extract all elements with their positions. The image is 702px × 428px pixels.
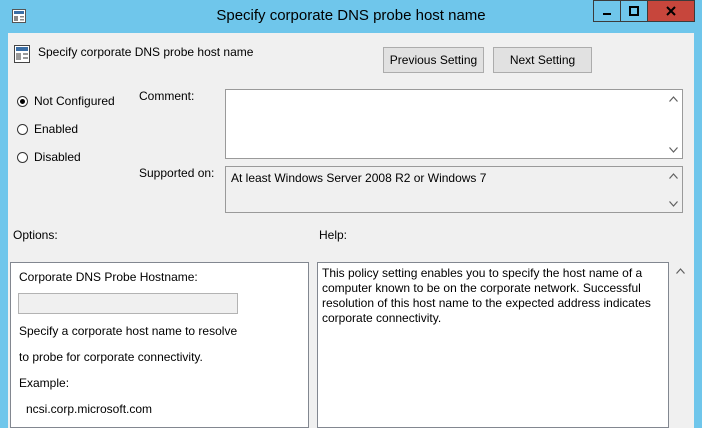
radio-empty-icon <box>17 123 28 135</box>
radio-label: Disabled <box>34 150 81 164</box>
help-text: This policy setting enables you to speci… <box>322 266 651 325</box>
radio-selected-icon <box>17 95 28 107</box>
radio-not-configured[interactable]: Not Configured <box>17 94 115 108</box>
minimize-button[interactable] <box>593 0 620 22</box>
close-button[interactable] <box>647 0 695 22</box>
help-label: Help: <box>319 228 348 242</box>
dialog-window: Specify corporate DNS probe host name Sp… <box>0 0 702 428</box>
policy-setting-icon <box>14 45 30 63</box>
scroll-up-icon[interactable] <box>672 262 689 279</box>
title-bar[interactable]: Specify corporate DNS probe host name <box>0 0 702 33</box>
hostname-input[interactable] <box>18 293 238 314</box>
supported-on-box: At least Windows Server 2008 R2 or Windo… <box>225 166 683 213</box>
radio-enabled[interactable]: Enabled <box>17 122 78 136</box>
minimize-icon <box>603 13 611 15</box>
radio-label: Enabled <box>34 122 79 136</box>
radio-label: Not Configured <box>34 94 115 108</box>
maximize-icon <box>629 6 639 16</box>
scroll-up-icon[interactable] <box>665 90 682 107</box>
description-line-1: Specify a corporate host name to resolve <box>19 324 238 338</box>
comment-label: Comment: <box>139 89 195 103</box>
hostname-field-label: Corporate DNS Probe Hostname: <box>19 270 198 284</box>
supported-scrollbar[interactable] <box>665 167 682 212</box>
scroll-down-icon[interactable] <box>665 195 682 212</box>
previous-setting-button[interactable]: Previous Setting <box>383 47 484 73</box>
supported-on-value: At least Windows Server 2008 R2 or Windo… <box>231 171 487 185</box>
radio-disabled[interactable]: Disabled <box>17 150 81 164</box>
dialog-client-area: Specify corporate DNS probe host name Pr… <box>8 33 694 428</box>
help-scrollbar[interactable] <box>672 262 689 428</box>
setting-title: Specify corporate DNS probe host name <box>38 45 254 59</box>
example-label: Example: <box>19 376 70 390</box>
supported-on-label: Supported on: <box>139 166 215 180</box>
next-setting-button[interactable]: Next Setting <box>493 47 592 73</box>
scroll-up-icon[interactable] <box>665 167 682 184</box>
description-line-2: to probe for corporate connectivity. <box>19 350 203 364</box>
example-value: ncsi.corp.microsoft.com <box>26 402 153 416</box>
options-label: Options: <box>13 228 58 242</box>
maximize-button[interactable] <box>620 0 647 22</box>
radio-empty-icon <box>17 151 28 163</box>
close-icon <box>666 6 676 16</box>
comment-textarea[interactable] <box>225 89 683 159</box>
scroll-down-icon[interactable] <box>665 141 682 158</box>
help-panel: This policy setting enables you to speci… <box>317 262 669 428</box>
comment-scrollbar[interactable] <box>665 90 682 158</box>
options-panel: Corporate DNS Probe Hostname: Specify a … <box>10 262 309 428</box>
